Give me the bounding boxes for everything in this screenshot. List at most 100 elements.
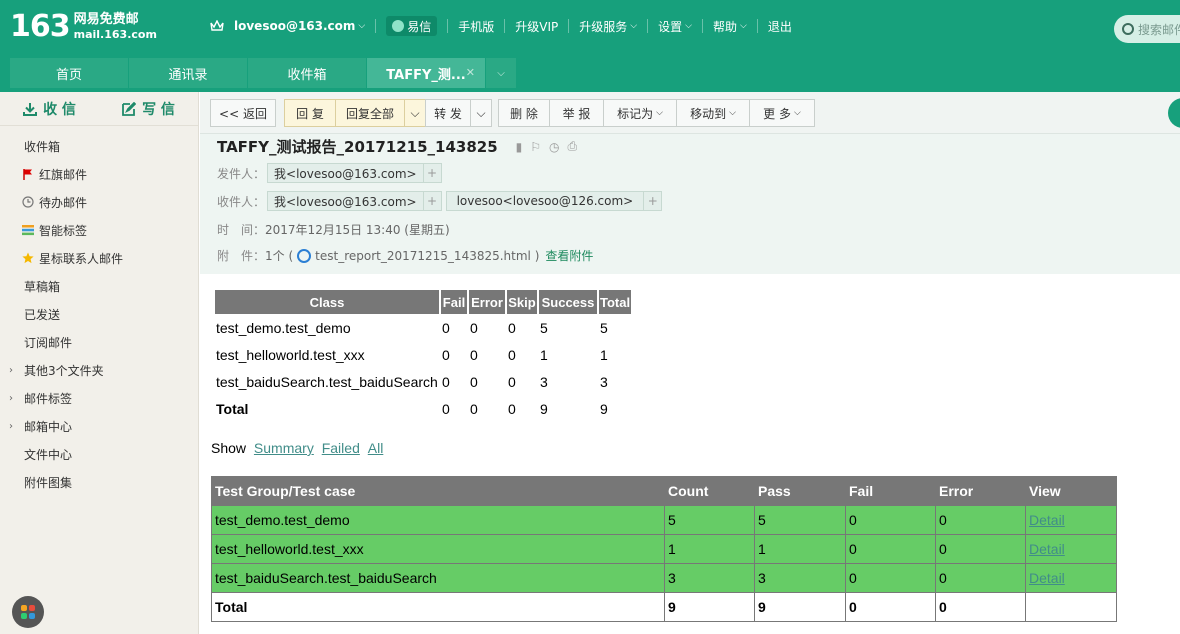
- tab-dropdown[interactable]: ⌵: [486, 58, 516, 88]
- tab-contacts[interactable]: 通讯录: [129, 58, 247, 88]
- col-fail: Fail: [845, 476, 936, 506]
- move-to-button[interactable]: 移动到 ⌵: [676, 99, 750, 127]
- nav-yixin[interactable]: 易信: [376, 16, 449, 36]
- sidebar-item-file-center[interactable]: 文件中心: [0, 440, 198, 468]
- summary-header-row: Class Fail Error Skip Success Total: [215, 290, 632, 314]
- col-success: Success: [539, 290, 597, 314]
- chevron-right-icon: ›: [9, 364, 13, 376]
- sidebar-item-drafts[interactable]: 草稿箱: [0, 272, 198, 300]
- tab-bar: 首页 通讯录 收件箱 TAFFY_测... ✕ ⌵: [10, 58, 517, 88]
- sidebar-item-todo[interactable]: 待办邮件: [0, 188, 198, 216]
- detail-link[interactable]: Detail: [1029, 541, 1065, 557]
- add-contact-icon[interactable]: +: [423, 163, 442, 183]
- chevron-right-icon: ›: [9, 392, 13, 404]
- col-view: View: [1025, 476, 1117, 506]
- reply-all-button[interactable]: 回复全部: [335, 99, 405, 127]
- close-icon[interactable]: ✕: [466, 66, 475, 79]
- logo[interactable]: 163 网易免费邮 mail.163.com: [10, 10, 157, 44]
- chevron-right-icon: ›: [9, 420, 13, 432]
- show-summary-link[interactable]: Summary: [254, 440, 314, 456]
- add-contact-icon[interactable]: +: [423, 191, 442, 211]
- apps-grid-icon: [20, 604, 36, 620]
- yixin-icon: [392, 20, 405, 32]
- col-fail: Fail: [441, 290, 467, 314]
- ie-file-icon: [297, 248, 312, 263]
- sidebar-item-subscriptions[interactable]: 订阅邮件: [0, 328, 198, 356]
- sidebar-item-flagged[interactable]: 红旗邮件: [0, 160, 198, 188]
- sidebar-item-smart-tags[interactable]: 智能标签: [0, 216, 198, 244]
- reply-dropdown-button[interactable]: ⌵: [404, 99, 426, 127]
- user-email: lovesoo@163.com: [234, 19, 356, 33]
- chevron-down-icon: ⌵: [794, 108, 801, 118]
- recipient-chip[interactable]: 我<lovesoo@163.com>: [267, 191, 424, 211]
- write-button[interactable]: 写 信: [99, 99, 198, 119]
- table-row: test_helloworld.test_xxx 1 1 0 0 Detail: [211, 534, 1117, 564]
- attachment-file[interactable]: test_report_20171215_143825.html ): [315, 249, 539, 263]
- detail-link[interactable]: Detail: [1029, 570, 1065, 586]
- nav-mobile[interactable]: 手机版: [448, 19, 506, 34]
- nav-logout[interactable]: 退出: [758, 19, 802, 34]
- col-count: Count: [664, 476, 755, 506]
- mark-as-button[interactable]: 标记为 ⌵: [603, 99, 677, 127]
- nav-settings[interactable]: 设置 ⌵: [648, 19, 703, 34]
- crown-icon: [210, 20, 224, 31]
- flag-outline-icon[interactable]: ⚐: [530, 140, 541, 154]
- tab-current-mail[interactable]: TAFFY_测... ✕: [367, 58, 485, 88]
- col-total: Total: [599, 290, 632, 314]
- chevron-down-icon: ⌵: [410, 105, 420, 120]
- search-input[interactable]: 搜索邮件: [1114, 15, 1180, 43]
- sidebar-item-sent[interactable]: 已发送: [0, 300, 198, 328]
- table-row: test_baiduSearch.test_baiduSearch 3 3 0 0 De…: [211, 563, 1117, 593]
- tags-icon: [22, 225, 34, 236]
- sidebar-item-starred[interactable]: 星标联系人邮件: [0, 244, 198, 272]
- report-button[interactable]: 举 报: [549, 99, 604, 127]
- nav-help[interactable]: 帮助 ⌵: [703, 19, 758, 34]
- apps-button[interactable]: [12, 596, 44, 628]
- table-row-total: Total 9 9 0 0: [211, 592, 1117, 622]
- view-attachments-link[interactable]: 查看附件: [545, 247, 593, 264]
- receive-button[interactable]: 收 信: [0, 99, 99, 119]
- chevron-down-icon: ⌵: [656, 108, 663, 118]
- sidebar-item-mailbox-center[interactable]: › 邮箱中心: [0, 412, 198, 440]
- col-error: Error: [935, 476, 1026, 506]
- sidebar-item-attachments[interactable]: 附件图集: [0, 468, 198, 496]
- col-skip: Skip: [507, 290, 537, 314]
- recipient-chip[interactable]: lovesoo<lovesoo@126.com>: [445, 191, 645, 211]
- summary-table: Class Fail Error Skip Success Total test…: [213, 290, 633, 422]
- detail-header-row: Test Group/Test case Count Pass Fail Err…: [211, 476, 1117, 506]
- table-row: test_baiduSearch.test_baiduSearch 0 0 0 3 3: [216, 373, 608, 390]
- col-class: Class: [215, 290, 439, 314]
- print-icon[interactable]: ⎙: [568, 139, 578, 154]
- star-icon: [22, 252, 34, 264]
- table-row: test_demo.test_demo 0 0 0 5 5: [216, 319, 608, 336]
- chevron-down-icon: ⌵: [476, 105, 486, 120]
- forward-dropdown-button[interactable]: ⌵: [470, 99, 492, 127]
- nav-upgrade[interactable]: 升级服务 ⌵: [569, 19, 649, 34]
- reply-button[interactable]: 回 复: [284, 99, 336, 127]
- detail-link[interactable]: Detail: [1029, 512, 1065, 528]
- forward-button[interactable]: 转 发: [425, 99, 471, 127]
- sidebar-item-other-folders[interactable]: › 其他3个文件夹: [0, 356, 198, 384]
- top-nav: lovesoo@163.com ⌵ 易信 手机版 升级VIP 升级服务 ⌵ 设置 ⌵…: [200, 14, 802, 38]
- time-row: 时 间： 2017年12月15日 13:40 (星期五): [217, 223, 450, 237]
- mail-time: 2017年12月15日 13:40 (星期五): [265, 223, 450, 237]
- sidebar-item-mail-tags[interactable]: › 邮件标签: [0, 384, 198, 412]
- sender-chip[interactable]: 我<lovesoo@163.com>: [267, 163, 424, 183]
- show-failed-link[interactable]: Failed: [322, 440, 360, 456]
- user-menu[interactable]: lovesoo@163.com ⌵: [200, 19, 377, 33]
- nav-vip[interactable]: 升级VIP: [505, 19, 570, 34]
- tab-inbox[interactable]: 收件箱: [248, 58, 366, 88]
- more-button[interactable]: 更 多 ⌵: [749, 99, 815, 127]
- flag-icon: [23, 169, 32, 180]
- bookmark-icon[interactable]: ▮: [516, 140, 523, 154]
- top-header: 163 网易免费邮 mail.163.com lovesoo@163.com ⌵…: [0, 0, 1180, 92]
- tab-home[interactable]: 首页: [10, 58, 128, 88]
- clock-icon[interactable]: ◷: [549, 140, 559, 154]
- table-row-total: Total 0 0 0 9 9: [216, 400, 608, 417]
- show-all-link[interactable]: All: [368, 440, 384, 456]
- delete-button[interactable]: 删 除: [498, 99, 550, 127]
- add-contact-icon[interactable]: +: [644, 191, 663, 211]
- chevron-down-icon: ⌵: [358, 21, 366, 31]
- sidebar-item-inbox[interactable]: 收件箱: [0, 132, 198, 160]
- back-button[interactable]: << 返回: [210, 99, 276, 127]
